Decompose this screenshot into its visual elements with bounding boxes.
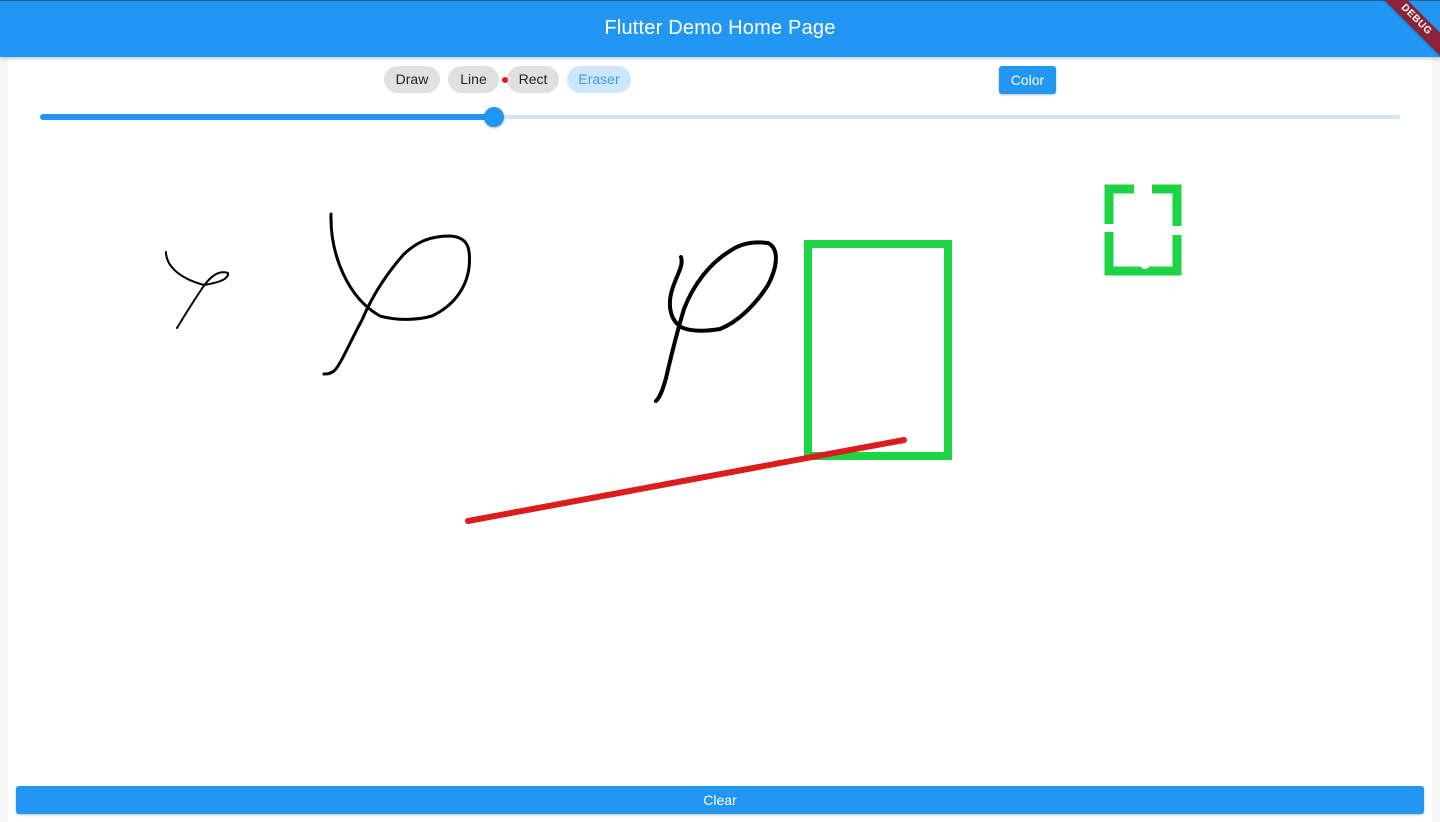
freehand-stroke <box>654 240 778 403</box>
app-bar: Flutter Demo Home Page <box>0 0 1440 57</box>
tool-rect-chip[interactable]: Rect <box>507 66 559 93</box>
rectangle-shape <box>1104 184 1182 276</box>
freehand-stroke <box>165 251 229 329</box>
app-window: Flutter Demo Home Page DEBUG Draw Line R… <box>0 0 1440 822</box>
left-edge <box>0 57 8 822</box>
tool-eraser-label: Eraser <box>578 71 620 87</box>
tool-draw-label: Draw <box>395 71 429 87</box>
rectangle-shape <box>804 240 952 460</box>
tool-line-label: Line <box>460 71 487 87</box>
drawing-canvas[interactable] <box>8 135 1432 780</box>
stroke-width-slider[interactable] <box>40 107 1400 128</box>
slider-track-active[interactable] <box>40 114 495 120</box>
page-title: Flutter Demo Home Page <box>604 17 836 39</box>
red-dot-mark <box>502 77 508 83</box>
slider-thumb[interactable] <box>484 107 505 127</box>
freehand-stroke <box>322 212 471 376</box>
color-button[interactable]: Color <box>999 66 1056 94</box>
line-shape <box>465 437 907 524</box>
right-edge <box>1432 57 1440 822</box>
tool-rect-label: Rect <box>518 71 548 87</box>
clear-button[interactable]: Clear <box>16 786 1424 814</box>
tool-draw-chip[interactable]: Draw <box>384 66 440 93</box>
tool-line-chip[interactable]: Line <box>448 66 499 93</box>
tool-eraser-chip[interactable]: Eraser <box>567 66 631 93</box>
